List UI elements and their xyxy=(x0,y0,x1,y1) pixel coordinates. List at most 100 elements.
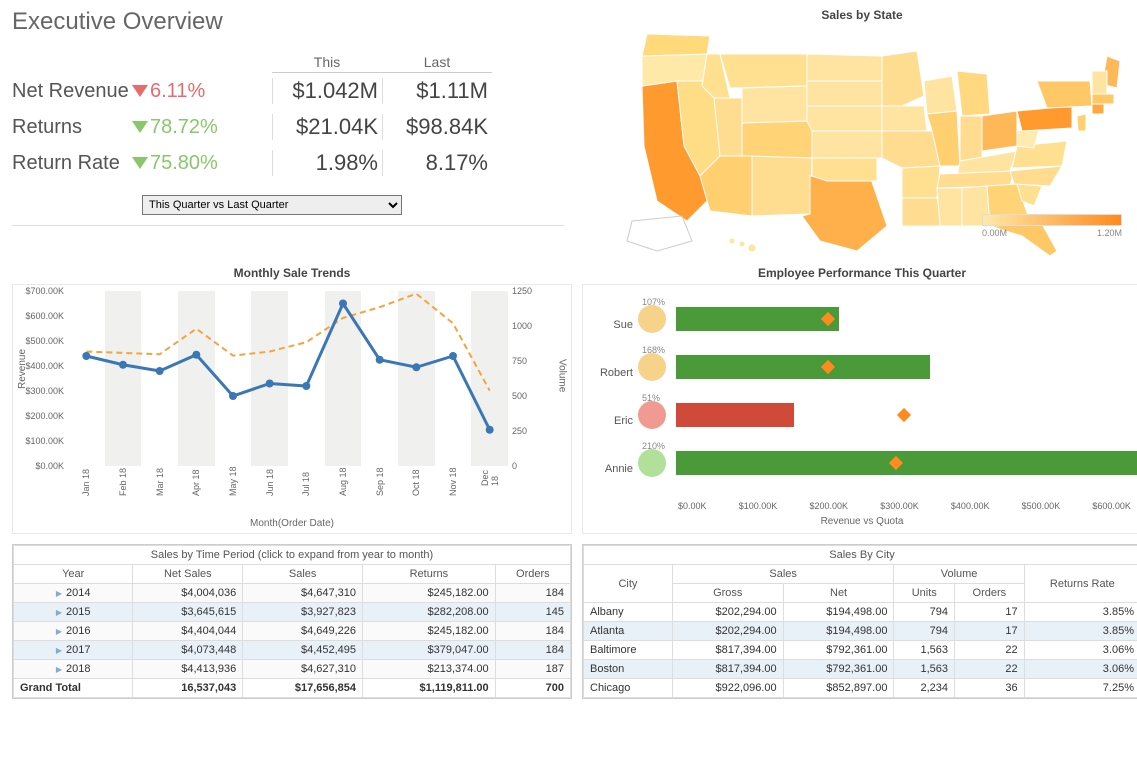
trend-down-icon xyxy=(132,157,148,169)
table-row[interactable]: Albany$202,294.00$194,498.00794173.85% xyxy=(584,603,1137,622)
xtick: Mar 18 xyxy=(155,468,165,496)
revenue-point[interactable] xyxy=(376,356,384,364)
revenue-point[interactable] xyxy=(192,351,200,359)
state-ms[interactable] xyxy=(937,188,962,226)
state-ct[interactable] xyxy=(1092,104,1104,114)
state-nj[interactable] xyxy=(1077,114,1086,131)
table-row[interactable]: ▶2015$3,645,615$3,927,823$282,208.00145 xyxy=(14,603,571,622)
state-ar[interactable] xyxy=(902,166,940,198)
state-vt-nh[interactable] xyxy=(1092,71,1107,94)
revenue-point[interactable] xyxy=(266,380,274,388)
state-ma[interactable] xyxy=(1092,94,1114,104)
table-row[interactable]: Baltimore$817,394.00$792,361.001,563223.… xyxy=(584,641,1137,660)
revenue-point[interactable] xyxy=(449,352,457,360)
state-mi[interactable] xyxy=(957,71,990,116)
expand-icon[interactable]: ▶ xyxy=(56,589,62,598)
table-header[interactable]: Orders xyxy=(495,565,570,584)
kpi-panel: Executive Overview This Last Net Revenue… xyxy=(12,8,572,256)
state-mn[interactable] xyxy=(882,51,924,106)
kpi-header-last: Last xyxy=(382,54,492,73)
revenue-point[interactable] xyxy=(119,361,127,369)
sales-by-city-table[interactable]: Sales By City City Sales Volume Returns … xyxy=(583,545,1137,698)
state-wy[interactable] xyxy=(742,86,807,123)
monthly-trends-chart[interactable]: Revenue Volume Month(Order Date) $0.00K$… xyxy=(12,284,572,534)
state-oh[interactable] xyxy=(982,111,1017,151)
bullet-track xyxy=(676,403,1131,427)
table-row[interactable]: Boston$817,394.00$792,361.001,563223.06% xyxy=(584,660,1137,679)
revenue-bar[interactable] xyxy=(676,403,794,427)
state-pa[interactable] xyxy=(1017,106,1072,131)
state-tx[interactable] xyxy=(802,176,887,251)
state-mt[interactable] xyxy=(720,54,807,88)
monthly-trends-panel: Monthly Sale Trends Revenue Volume Month… xyxy=(12,266,572,534)
revenue-point[interactable] xyxy=(339,300,347,308)
employee-row[interactable]: Robert168% xyxy=(638,343,1131,391)
revenue-point[interactable] xyxy=(82,352,90,360)
state-in[interactable] xyxy=(960,116,982,161)
xtick: Nov 18 xyxy=(448,467,458,496)
state-ks[interactable] xyxy=(812,131,882,158)
sales-by-period-table[interactable]: Sales by Time Period (click to expand fr… xyxy=(13,545,571,698)
state-nc[interactable] xyxy=(1010,166,1062,186)
state-hi[interactable] xyxy=(729,238,756,252)
expand-icon[interactable]: ▶ xyxy=(56,608,62,617)
state-ok[interactable] xyxy=(812,158,877,181)
bullet-x-label: Revenue vs Quota xyxy=(821,516,904,527)
xtick: Jul 18 xyxy=(301,472,311,496)
employee-row[interactable]: Eric51% xyxy=(638,391,1131,439)
revenue-point[interactable] xyxy=(156,367,164,375)
state-ne[interactable] xyxy=(807,106,882,131)
period-dropdown[interactable]: This Quarter vs Last Quarter xyxy=(142,195,402,215)
bullet-xtick: $100.00K xyxy=(739,501,778,511)
period-select[interactable]: This Quarter vs Last Quarter xyxy=(142,195,402,215)
table-row[interactable]: Chicago$922,096.00$852,897.002,234367.25… xyxy=(584,679,1137,698)
state-nd[interactable] xyxy=(807,54,882,81)
state-la[interactable] xyxy=(902,198,942,226)
table-header[interactable]: Sales xyxy=(243,565,363,584)
state-mo[interactable] xyxy=(882,131,940,168)
volume-line[interactable] xyxy=(86,294,489,391)
employee-performance-chart[interactable]: Sue107%Robert168%Eric51%Annie210% $0.00K… xyxy=(582,284,1137,534)
state-ak[interactable] xyxy=(627,216,692,251)
city-header-city: City xyxy=(584,565,673,603)
table-row[interactable]: ▶2014$4,004,036$4,647,310$245,182.00184 xyxy=(14,584,571,603)
kpi-change: 78.72% xyxy=(132,116,272,139)
revenue-bar[interactable] xyxy=(676,451,1137,475)
kpi-row: Return Rate75.80%1.98%8.17% xyxy=(12,145,564,181)
table-row[interactable]: ▶2017$4,073,448$4,452,495$379,047.00184 xyxy=(14,641,571,660)
table-header[interactable]: Year xyxy=(14,565,133,584)
kpi-this: 1.98% xyxy=(272,150,382,176)
state-ia[interactable] xyxy=(882,106,927,131)
table-row[interactable]: ▶2018$4,413,936$4,627,310$213,374.00187 xyxy=(14,660,571,679)
state-sd[interactable] xyxy=(807,81,882,106)
revenue-point[interactable] xyxy=(486,426,494,434)
ytick-left: $0.00K xyxy=(14,461,64,471)
bullet-xtick: $600.00K xyxy=(1092,501,1131,511)
ytick-right: 500 xyxy=(512,391,536,401)
table-header[interactable]: Net Sales xyxy=(133,565,243,584)
state-co[interactable] xyxy=(742,121,812,161)
revenue-point[interactable] xyxy=(302,382,310,390)
table-header[interactable]: Returns xyxy=(363,565,496,584)
employee-row[interactable]: Sue107% xyxy=(638,295,1131,343)
expand-icon[interactable]: ▶ xyxy=(56,646,62,655)
state-nm[interactable] xyxy=(752,156,812,216)
revenue-line[interactable] xyxy=(86,304,489,430)
bullet-xtick: $300.00K xyxy=(880,501,919,511)
table-row[interactable]: ▶2016$4,404,044$4,649,226$245,182.00184 xyxy=(14,622,571,641)
table-row[interactable]: Atlanta$202,294.00$194,498.00794173.85% xyxy=(584,622,1137,641)
ytick-right: 750 xyxy=(512,356,536,366)
revenue-point[interactable] xyxy=(412,363,420,371)
state-wi[interactable] xyxy=(924,76,957,114)
revenue-bar[interactable] xyxy=(676,355,930,379)
xtick: Aug 18 xyxy=(338,467,348,496)
employee-name: Annie xyxy=(588,463,633,475)
revenue-bar[interactable] xyxy=(676,307,839,331)
state-wa[interactable] xyxy=(642,34,710,56)
revenue-point[interactable] xyxy=(229,392,237,400)
employee-row[interactable]: Annie210% xyxy=(638,439,1131,487)
city-header-gross: Gross xyxy=(672,584,783,603)
state-ny[interactable] xyxy=(1037,81,1092,108)
expand-icon[interactable]: ▶ xyxy=(56,665,62,674)
expand-icon[interactable]: ▶ xyxy=(56,627,62,636)
